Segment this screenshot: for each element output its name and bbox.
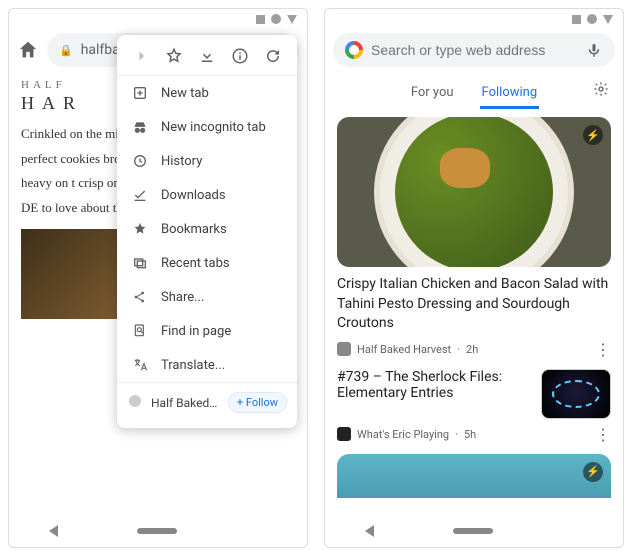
search-input[interactable]: [371, 42, 577, 58]
phone-browser-menu: 🔒 halfba HALF HAR Crinkled on the middle…: [8, 8, 308, 548]
search-bar[interactable]: [333, 33, 615, 67]
card-meta: What's Eric Playing · 5h ⋮: [337, 425, 611, 444]
nav-home-pill[interactable]: [137, 528, 177, 534]
amp-badge-icon: ⚡: [583, 462, 603, 482]
feed-card[interactable]: ⚡ Crispy Italian Chicken and Bacon Salad…: [337, 117, 611, 359]
home-icon[interactable]: [17, 39, 39, 61]
nav-back-icon[interactable]: [365, 525, 374, 537]
menu-incognito[interactable]: New incognito tab: [117, 110, 297, 144]
menu-label: Bookmarks: [161, 222, 227, 237]
menu-history[interactable]: History: [117, 144, 297, 178]
star-filled-icon: [131, 221, 149, 237]
menu-label: Downloads: [161, 188, 226, 203]
feed-tabs: For you Following: [325, 71, 623, 109]
status-icon: [603, 15, 613, 24]
google-logo-icon: [345, 41, 363, 59]
status-icon: [587, 14, 597, 24]
menu-find[interactable]: Find in page: [117, 314, 297, 348]
menu-label: New incognito tab: [161, 120, 266, 135]
card-image: ⚡: [337, 117, 611, 267]
card-more-icon[interactable]: ⋮: [595, 340, 611, 359]
tab-following[interactable]: Following: [480, 79, 540, 109]
plus-box-icon: [131, 85, 149, 101]
nav-home-pill[interactable]: [453, 528, 493, 534]
share-icon: [131, 289, 149, 305]
menu-label: Find in page: [161, 324, 231, 339]
status-icon: [271, 14, 281, 24]
card-title: Crispy Italian Chicken and Bacon Salad w…: [337, 275, 611, 334]
card-meta: Half Baked Harvest · 2h ⋮: [337, 340, 611, 359]
card-source: Half Baked Harvest: [357, 343, 451, 356]
menu-downloads[interactable]: Downloads: [117, 178, 297, 212]
card-age: 2h: [466, 343, 478, 356]
url-text: halfba: [81, 42, 120, 58]
status-icon: [287, 15, 297, 24]
menu-bookmarks[interactable]: Bookmarks: [117, 212, 297, 246]
status-icon: [256, 15, 265, 24]
menu-label: History: [161, 154, 202, 169]
system-nav: [325, 515, 623, 547]
amp-badge-icon: ⚡: [583, 125, 603, 145]
phone-following-feed: For you Following ⚡ Crispy Italian Chick…: [324, 8, 624, 548]
find-in-page-icon: [131, 323, 149, 339]
reload-icon[interactable]: [264, 47, 282, 65]
card-more-icon[interactable]: ⋮: [595, 425, 611, 444]
menu-label: New tab: [161, 86, 209, 101]
incognito-icon: [131, 119, 149, 135]
nav-back-icon[interactable]: [49, 525, 58, 537]
mic-icon[interactable]: [585, 41, 603, 59]
menu-new-tab[interactable]: New tab: [117, 76, 297, 110]
info-icon[interactable]: [231, 47, 249, 65]
follow-button[interactable]: + Follow: [228, 392, 287, 413]
overflow-menu: New tab New incognito tab History Downlo…: [117, 35, 297, 428]
source-favicon: [337, 427, 351, 441]
card-title: #739 – The Sherlock Files: Elementary En…: [337, 369, 531, 401]
feed: ⚡ Crispy Italian Chicken and Bacon Salad…: [325, 109, 623, 515]
tab-for-you[interactable]: For you: [409, 79, 456, 109]
menu-label: Share...: [161, 290, 204, 305]
toolbar: [325, 29, 623, 71]
star-icon[interactable]: [165, 47, 183, 65]
follow-site-name: Half Baked Harvest: [151, 396, 220, 410]
menu-label: Recent tabs: [161, 256, 230, 271]
menu-recent-tabs[interactable]: Recent tabs: [117, 246, 297, 280]
menu-top-row: [117, 41, 297, 76]
status-icon: [572, 15, 581, 24]
card-image: ⚡: [337, 454, 611, 498]
menu-label: Translate...: [161, 358, 225, 373]
menu-share[interactable]: Share...: [117, 280, 297, 314]
menu-follow-site[interactable]: Half Baked Harvest + Follow: [117, 382, 297, 422]
translate-icon: [131, 357, 149, 373]
status-bar: [325, 9, 623, 29]
check-underline-icon: [131, 187, 149, 203]
source-favicon: [337, 342, 351, 356]
card-age: 5h: [464, 428, 476, 441]
forward-icon[interactable]: [132, 47, 150, 65]
feed-card[interactable]: #739 – The Sherlock Files: Elementary En…: [337, 369, 611, 419]
download-icon[interactable]: [198, 47, 216, 65]
system-nav: [9, 515, 307, 547]
card-source: What's Eric Playing: [357, 428, 449, 441]
recent-tabs-icon: [131, 255, 149, 271]
card-image: [541, 369, 611, 419]
status-bar: [9, 9, 307, 29]
gear-icon[interactable]: [593, 81, 609, 97]
lock-icon: 🔒: [59, 44, 73, 57]
menu-translate[interactable]: Translate...: [117, 348, 297, 382]
history-icon: [131, 153, 149, 169]
site-favicon: [127, 393, 143, 413]
